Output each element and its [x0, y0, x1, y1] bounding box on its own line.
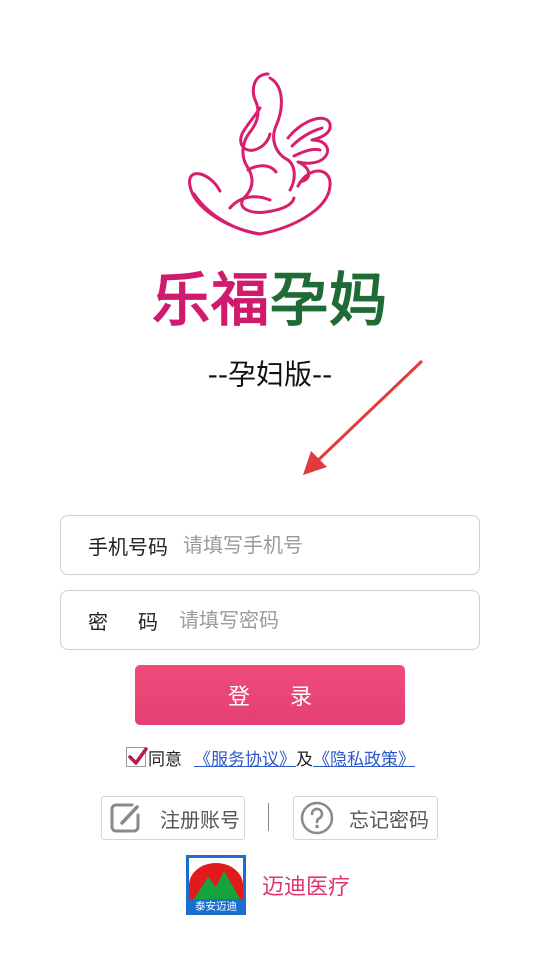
app-subtitle: --孕妇版-- — [207, 358, 333, 391]
check-icon — [128, 747, 148, 765]
password-label: 密码 — [61, 606, 179, 635]
privacy-policy-link[interactable]: 《隐私政策》 — [313, 745, 415, 770]
phone-label: 手机号码 — [88, 534, 168, 559]
app-brand-title: 乐福孕妈 — [0, 262, 540, 338]
service-agreement-link[interactable]: 《服务协议》 — [194, 745, 296, 770]
brand-part-1: 乐福 — [151, 266, 270, 334]
question-icon — [300, 801, 334, 835]
company-logo: 泰安迈迪 — [186, 855, 246, 915]
login-button[interactable]: 登录 — [135, 665, 405, 725]
agree-text: 同意 — [148, 749, 182, 770]
and-text: 及 — [296, 749, 313, 770]
phone-field[interactable]: 手机号码 — [60, 515, 480, 575]
forgot-password-label: 忘记密码 — [349, 807, 429, 832]
company-name: 迈迪医疗 — [262, 875, 351, 900]
agree-checkbox[interactable] — [126, 747, 148, 767]
password-label-part-1: 密 — [88, 609, 108, 634]
password-input[interactable] — [179, 608, 479, 632]
register-button[interactable]: 注册账号 — [101, 796, 245, 840]
app-logo — [188, 72, 332, 236]
phone-input[interactable] — [183, 533, 479, 557]
forgot-password-button[interactable]: 忘记密码 — [293, 796, 438, 840]
agreement-row: 同意 《服务协议》 及 《隐私政策》 — [126, 744, 415, 770]
edit-icon — [110, 803, 140, 833]
company-logo-text: 泰安迈迪 — [195, 900, 237, 913]
brand-part-2: 孕妈 — [270, 266, 389, 334]
action-divider — [268, 803, 269, 831]
register-label: 注册账号 — [160, 807, 240, 832]
password-label-part-2: 码 — [138, 609, 158, 634]
password-field[interactable]: 密码 — [60, 590, 480, 650]
company-footer: 泰安迈迪 迈迪医疗 — [186, 855, 350, 915]
annotation-arrow-icon — [303, 359, 424, 475]
